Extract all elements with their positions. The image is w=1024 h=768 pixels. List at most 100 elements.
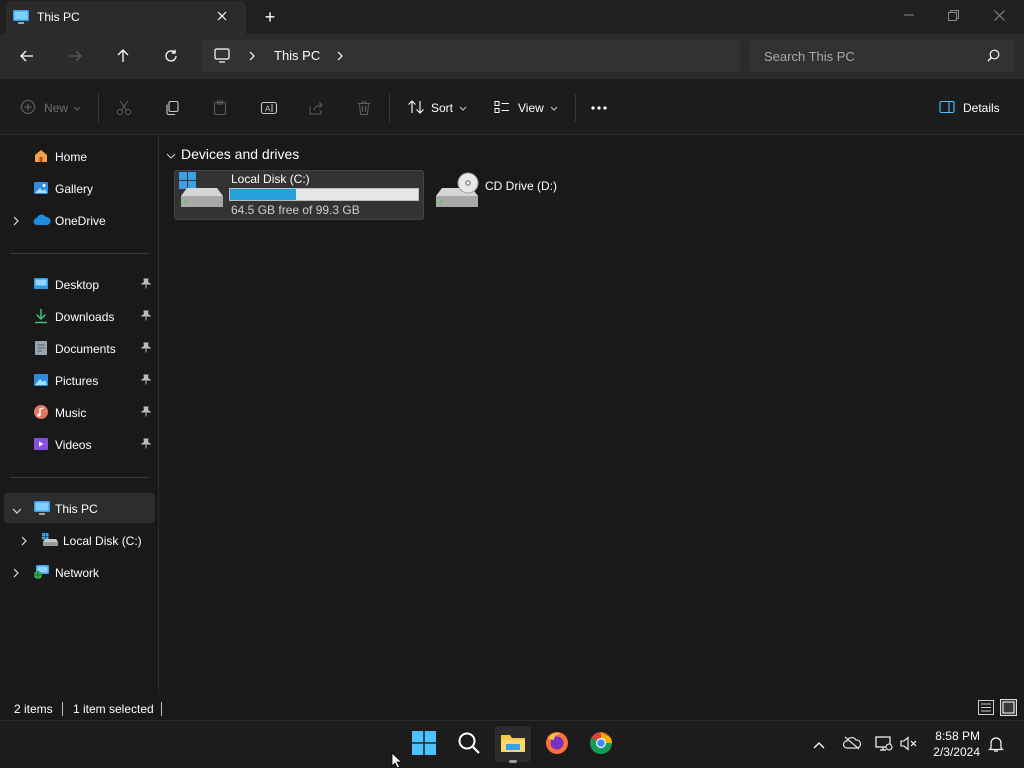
status-divider [62,702,63,716]
sidebar-item-label: Documents [55,342,116,356]
chrome-button[interactable] [583,726,619,762]
paste-icon[interactable] [212,95,228,121]
details-button[interactable]: Details [939,95,1000,121]
sidebar-item-downloads[interactable]: Downloads [4,301,155,331]
item-count: 2 items [14,702,53,716]
details-view-icon[interactable] [978,700,994,718]
sidebar-item-label: Desktop [55,278,100,292]
sidebar-item-videos[interactable]: Videos [4,429,155,459]
sidebar-item-this-pc[interactable]: This PC [4,493,155,523]
pin-icon[interactable] [140,406,152,420]
downloads-icon [33,308,49,327]
windows-logo-icon [412,730,436,758]
file-explorer-button[interactable] [495,726,531,762]
chevron-right-icon[interactable] [12,215,20,229]
mouse-cursor-icon [391,752,403,768]
search-icon[interactable] [987,49,1000,65]
search-placeholder[interactable]: Search This PC [764,49,855,64]
share-icon[interactable] [308,95,324,121]
pin-icon[interactable] [140,438,152,452]
sidebar-item-label: Music [55,406,87,420]
chevron-right-icon[interactable] [12,567,20,581]
close-tab-icon[interactable] [212,6,232,26]
back-button[interactable] [11,41,43,71]
refresh-button[interactable] [155,41,187,71]
cut-icon[interactable] [116,95,132,121]
drive-free-space: 64.5 GB free of 99.3 GB [231,203,360,217]
chevron-down-icon [459,101,467,115]
sidebar-item-label: This PC [55,502,98,516]
volume-muted-icon[interactable] [900,736,918,754]
chevron-down-icon [73,101,81,115]
clock-time[interactable]: 8:58 PM [932,729,980,743]
sidebar-item-desktop[interactable]: Desktop [4,269,155,299]
selected-count: 1 item selected [73,702,154,716]
sidebar-item-label: Home [55,150,88,164]
plus-circle-icon [20,99,36,118]
clock-date[interactable]: 2/3/2024 [932,745,980,759]
monitor-icon [214,48,230,66]
chevron-up-icon[interactable] [813,738,825,752]
onedrive-icon [33,213,51,230]
divider [389,94,390,122]
chevron-down-icon[interactable] [166,149,176,163]
sidebar-item-onedrive[interactable]: OneDrive [4,205,155,235]
sidebar-item-gallery[interactable]: Gallery [4,173,155,203]
large-icons-view-icon[interactable] [1000,699,1017,719]
search-button[interactable] [451,726,487,762]
chevron-right-icon[interactable] [248,50,256,64]
plus-icon: + [264,6,276,27]
notification-bell-icon[interactable] [988,736,1004,755]
start-button[interactable] [406,726,442,762]
delete-icon[interactable] [356,95,372,121]
this-pc-icon [33,500,51,519]
sidebar-divider [10,253,149,254]
pin-icon[interactable] [140,342,152,356]
more-options-icon[interactable] [590,95,608,121]
sidebar-item-label: Gallery [55,182,94,196]
divider [575,94,576,122]
sidebar-item-network[interactable]: Network [4,557,155,587]
view-button[interactable]: View [494,95,558,121]
pin-icon[interactable] [140,310,152,324]
restore-button[interactable] [930,0,976,30]
firefox-icon [545,731,569,758]
minimize-button[interactable] [886,0,932,30]
divider [98,94,99,122]
drive-name[interactable]: CD Drive (D:) [485,179,557,193]
pictures-icon [33,372,49,391]
chevron-down-icon [550,101,558,115]
new-label: New [44,101,69,115]
firefox-button[interactable] [539,726,575,762]
search-icon [457,731,481,758]
close-window-button[interactable] [976,0,1022,30]
breadcrumb-this-pc[interactable]: This PC [274,48,320,63]
chevron-right-icon[interactable] [20,535,28,549]
sidebar-item-local-disk[interactable]: Local Disk (C:) [4,525,155,555]
cd-drive-icon [434,172,480,213]
new-tab-button[interactable]: + [258,6,282,28]
rename-icon[interactable]: A [260,95,278,121]
copy-icon[interactable] [164,95,180,121]
sidebar-item-home[interactable]: Home [4,141,155,171]
gallery-icon [33,180,49,199]
pin-icon[interactable] [140,374,152,388]
sort-button[interactable]: Sort [407,95,467,121]
drive-name: Local Disk (C:) [231,172,310,186]
sort-icon [407,99,425,118]
status-divider [161,702,162,716]
sidebar-item-pictures[interactable]: Pictures [4,365,155,395]
up-button[interactable] [107,41,139,71]
new-button[interactable]: New [20,95,81,121]
chevron-down-icon[interactable] [12,504,22,518]
network-status-icon[interactable] [875,736,893,754]
this-pc-icon [12,9,30,28]
onedrive-offline-icon[interactable] [842,736,862,753]
pin-icon[interactable] [140,278,152,292]
sidebar-item-documents[interactable]: Documents [4,333,155,363]
group-header[interactable]: Devices and drives [181,146,299,162]
forward-button[interactable] [59,41,91,71]
chevron-right-icon[interactable] [336,50,344,64]
sort-label: Sort [431,101,454,115]
sidebar-item-music[interactable]: Music [4,397,155,427]
